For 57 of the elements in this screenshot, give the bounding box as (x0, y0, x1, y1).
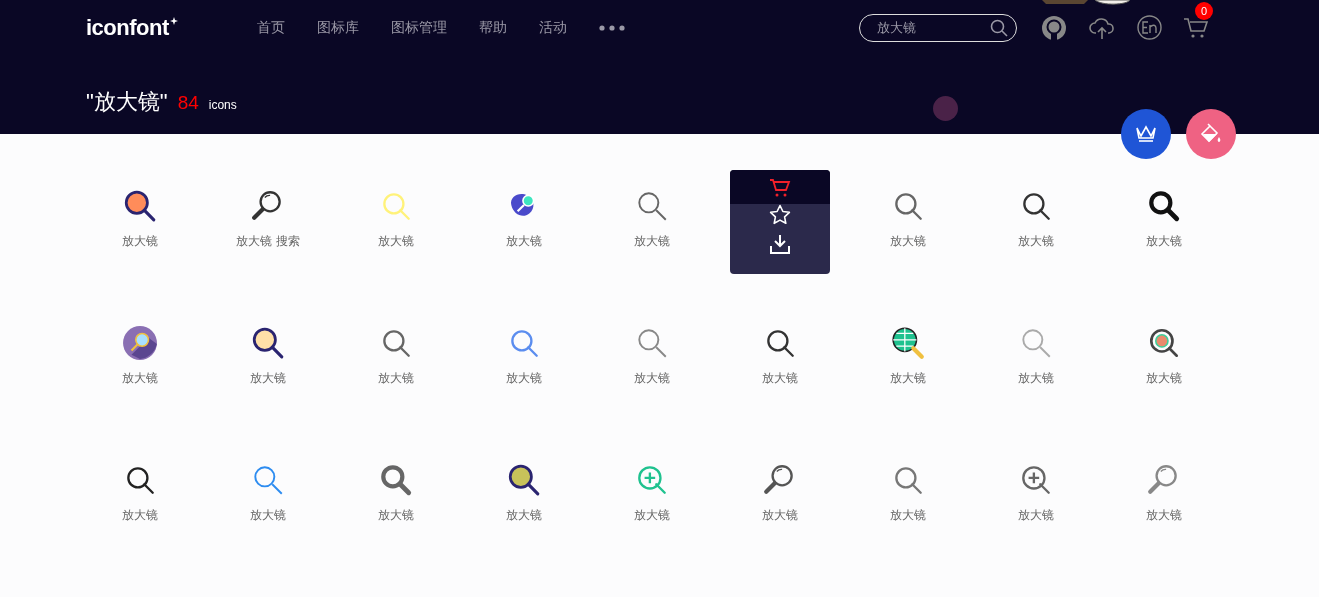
more-icon[interactable] (599, 24, 625, 31)
icon-label: 放大镜 (634, 233, 670, 250)
icon-label: 放大镜 (890, 233, 926, 250)
icon-label: 放大镜 (890, 507, 926, 524)
crown-icon (1135, 124, 1157, 144)
cart-count-badge: 0 (1195, 1, 1213, 20)
icon-label: 放大镜 搜索 (236, 233, 300, 250)
nav-link[interactable]: 活动 (539, 18, 567, 37)
icon-label: 放大镜 (762, 370, 798, 387)
icon-label: 放大镜 (122, 370, 158, 387)
nav-link[interactable]: 图标管理 (391, 18, 447, 37)
icon-label: 放大镜 (762, 507, 798, 524)
magnifier-icon[interactable] (506, 462, 542, 498)
icon-label: 放大镜 (1146, 370, 1182, 387)
magnifier-icon[interactable] (122, 325, 158, 361)
icon-label: 放大镜 (506, 233, 542, 250)
icon-label: 放大镜 (1018, 507, 1054, 524)
icon-label: 放大镜 (506, 370, 542, 387)
icon-label: 放大镜 (122, 233, 158, 250)
search-input: 放大镜 (877, 20, 987, 35)
upload-cloud-icon[interactable] (1088, 15, 1116, 40)
star-icon[interactable] (769, 204, 791, 226)
cart-icon[interactable] (769, 178, 791, 198)
avatar-icon[interactable] (1041, 14, 1067, 41)
crown-button[interactable] (1121, 109, 1171, 159)
magnifier-icon[interactable] (890, 325, 926, 361)
magnifier-icon[interactable] (122, 188, 158, 224)
icon-label: 放大镜 (378, 507, 414, 524)
icon-label: 放大镜 (378, 233, 414, 250)
result-count: 84 (177, 92, 199, 114)
icon-label: 放大镜 (250, 370, 286, 387)
nav-link[interactable]: 帮助 (479, 18, 507, 37)
icon-label: 放大镜 (378, 370, 414, 387)
icon-label: 放大镜 (122, 507, 158, 524)
icon-label: 放大镜 (634, 507, 670, 524)
magnifier-icon[interactable] (1146, 188, 1182, 224)
icon-label: 放大镜 (1018, 370, 1054, 387)
sparkle-icon (169, 16, 178, 25)
icon-label: 放大镜 (634, 370, 670, 387)
download-icon[interactable] (769, 234, 791, 254)
cart-icon[interactable] (1183, 15, 1209, 40)
result-unit: icons (208, 98, 237, 112)
logo[interactable]: iconfont (86, 14, 169, 41)
search-query-title: "放大镜" (86, 88, 168, 116)
search-icon[interactable] (990, 18, 1008, 37)
nav-link[interactable]: 首页 (257, 18, 285, 37)
nav-link[interactable]: 图标库 (317, 18, 359, 37)
paint-bucket-button[interactable] (1186, 109, 1236, 159)
icon-label: 放大镜 (1146, 507, 1182, 524)
icon-label: 放大镜 (250, 507, 286, 524)
icon-label: 放大镜 (1146, 233, 1182, 250)
icon-label: 放大镜 (1018, 233, 1054, 250)
language-icon[interactable] (1137, 15, 1162, 40)
icon-label: 放大镜 (890, 370, 926, 387)
icon-label: 放大镜 (506, 507, 542, 524)
decor-dot (933, 96, 958, 121)
magnifier-icon[interactable] (250, 325, 286, 361)
